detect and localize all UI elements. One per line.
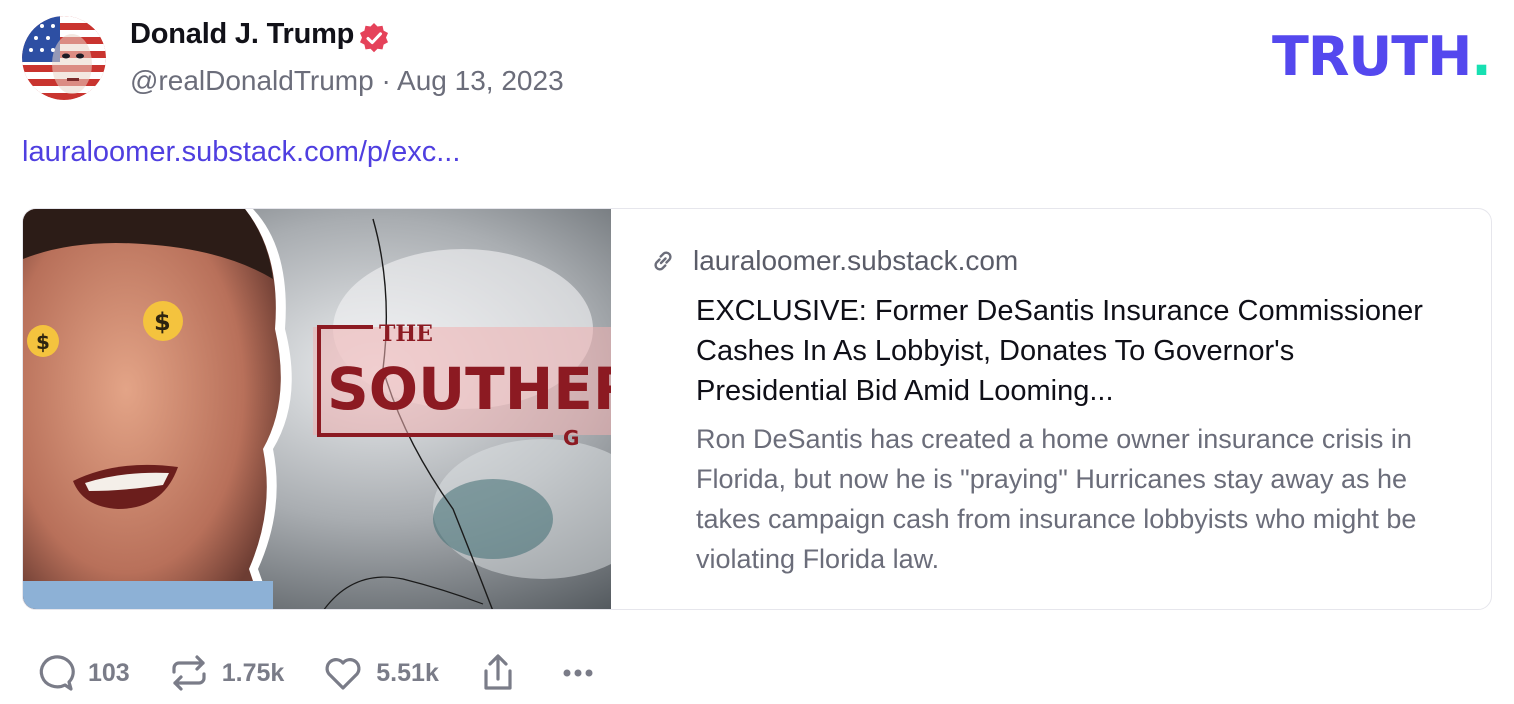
post-date[interactable]: Aug 13, 2023 [397, 65, 564, 96]
reply-count: 103 [88, 658, 130, 687]
share-button[interactable] [477, 652, 519, 694]
thumbnail-text-southern: SOUTHER [327, 355, 611, 423]
truth-logo[interactable]: TRUTH. [1272, 30, 1492, 84]
retruth-count: 1.75k [221, 658, 285, 687]
svg-text:$: $ [154, 308, 171, 336]
heart-icon [325, 658, 361, 690]
display-name[interactable]: Donald J. Trump [130, 18, 354, 51]
thumbnail-text-g: G [563, 426, 579, 450]
reply-button[interactable]: 103 [34, 652, 130, 694]
link-thumbnail-image: $ $ THE SOUTHER G [23, 209, 611, 609]
retruth-button[interactable]: 1.75k [168, 652, 285, 694]
logo-text: TRUTH [1272, 25, 1472, 88]
like-button[interactable]: 5.51k [322, 652, 439, 694]
card-domain-row: lauraloomer.substack.com [649, 245, 1018, 277]
more-icon [563, 669, 593, 677]
post-meta: @realDonaldTrump · Aug 13, 2023 [130, 65, 564, 97]
card-title: EXCLUSIVE: Former DeSantis Insurance Com… [696, 295, 1423, 407]
verified-badge-icon [360, 23, 388, 53]
post-link[interactable]: lauraloomer.substack.com/p/exc... [22, 136, 460, 169]
retruth-icon [172, 655, 206, 691]
link-preview-card[interactable]: $ $ THE SOUTHER G lauraloomer.substack.c… [22, 208, 1492, 610]
avatar-image [22, 16, 106, 100]
logo-dot: . [1471, 25, 1491, 88]
reply-icon [39, 655, 75, 691]
more-options-button[interactable] [557, 652, 599, 694]
card-domain: lauraloomer.substack.com [693, 245, 1019, 276]
avatar[interactable] [22, 16, 106, 100]
author-handle[interactable]: @realDonaldTrump [130, 65, 374, 96]
share-icon [484, 654, 512, 690]
post-actions: 103 1.75k 5.51k [34, 652, 637, 694]
svg-text:$: $ [36, 330, 50, 354]
thumbnail-text-the: THE [379, 321, 433, 347]
card-description: Ron DeSantis has created a home owner in… [696, 424, 1417, 574]
link-icon [654, 251, 672, 271]
like-count: 5.51k [376, 658, 439, 687]
meta-separator: · [381, 65, 391, 96]
